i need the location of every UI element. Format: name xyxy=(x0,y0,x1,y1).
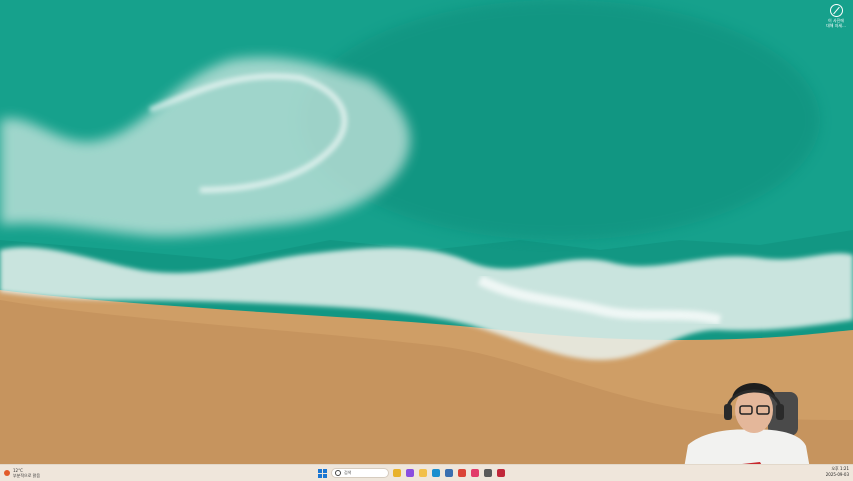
app-icon[interactable] xyxy=(497,469,505,477)
diamond-app-icon[interactable] xyxy=(484,469,492,477)
file-explorer-icon[interactable] xyxy=(393,469,401,477)
weather-widget[interactable]: 12°C 부분적으로 맑음 xyxy=(4,467,40,479)
weather-desc: 부분적으로 맑음 xyxy=(13,473,41,478)
clock-date: 2025-09-03 xyxy=(825,472,849,477)
pinned-apps xyxy=(393,469,505,477)
taskbar-search-box[interactable]: 검색 xyxy=(331,468,389,478)
copilot-icon[interactable] xyxy=(406,469,414,477)
folder-icon[interactable] xyxy=(419,469,427,477)
chrome-icon[interactable] xyxy=(458,469,466,477)
taskbar: 12°C 부분적으로 맑음 검색 오후 1:21 2025-09-03 xyxy=(0,464,853,481)
system-tray-clock[interactable]: 오후 1:21 2025-09-03 xyxy=(826,466,849,478)
widget-line2: 대해 자세... xyxy=(826,23,846,28)
slash-circle-icon xyxy=(829,4,843,17)
store-icon[interactable] xyxy=(445,469,453,477)
edge-icon[interactable] xyxy=(432,469,440,477)
search-placeholder: 검색 xyxy=(344,470,352,475)
sun-icon xyxy=(4,470,10,476)
image-info-widget[interactable]: 이 사진에 대해 자세... xyxy=(825,4,847,28)
media-icon[interactable] xyxy=(471,469,479,477)
headphone-left xyxy=(724,404,732,420)
windows-start-icon[interactable] xyxy=(318,468,327,478)
taskbar-center: 검색 xyxy=(318,467,505,479)
webcam-overlay xyxy=(682,383,812,480)
headphone-right xyxy=(776,404,784,420)
search-icon xyxy=(335,470,341,476)
